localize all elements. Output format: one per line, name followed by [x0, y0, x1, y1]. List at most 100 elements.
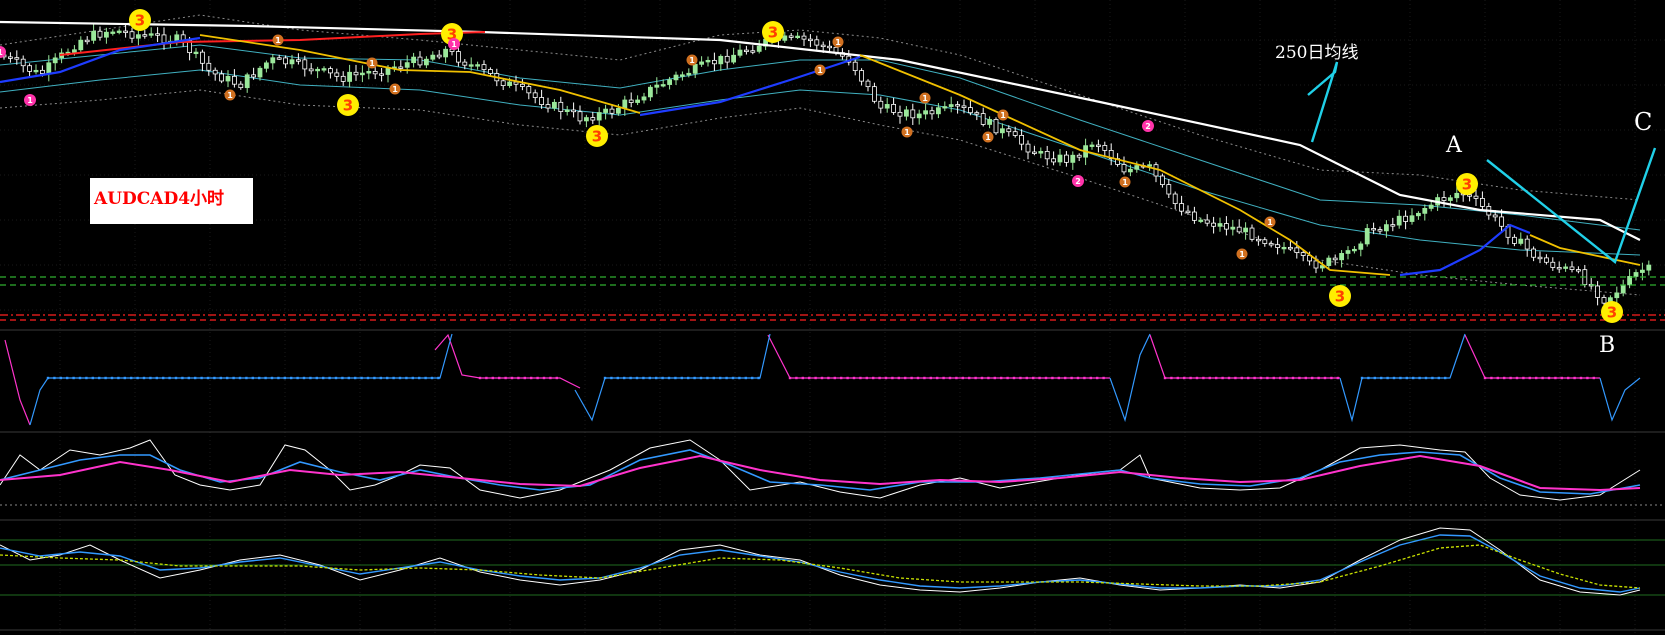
step-dot	[1386, 376, 1389, 380]
step-dot	[916, 376, 920, 380]
wave-marker-label: 1	[1000, 111, 1006, 120]
candle-body	[891, 104, 896, 113]
candle-body	[1428, 204, 1434, 209]
step-dot	[910, 376, 913, 380]
step-line-magenta	[1149, 334, 1340, 379]
candle-body	[1096, 144, 1101, 147]
wave-marker-label: 1	[369, 59, 375, 68]
wave-marker-label: 3	[1607, 303, 1617, 321]
step-dot	[795, 376, 798, 380]
wave-marker-label: 1	[275, 36, 281, 45]
step-dot	[200, 376, 203, 380]
price-candles	[1, 23, 1652, 311]
candle-body	[475, 64, 481, 67]
step-dot	[309, 376, 312, 380]
step-dot	[1006, 376, 1009, 380]
step-dot	[820, 376, 824, 380]
candle-body	[916, 113, 922, 119]
candle-body	[680, 74, 685, 77]
step-dot	[751, 376, 754, 380]
candle-body	[1364, 228, 1370, 245]
step-dot	[181, 376, 184, 380]
candle-body	[1281, 246, 1287, 250]
candle-body	[686, 72, 692, 76]
step-dot	[187, 376, 190, 380]
step-dot	[1089, 376, 1092, 380]
point-c-label: C	[1634, 108, 1653, 136]
candle-body	[987, 119, 992, 125]
candle-body	[1128, 168, 1133, 173]
wave-marker-label: 1	[451, 40, 457, 49]
step-dot	[1317, 376, 1320, 380]
step-dot	[1291, 376, 1295, 380]
candle-body	[199, 51, 205, 64]
candle-body	[1172, 193, 1178, 204]
step-dot	[66, 376, 69, 380]
wave-marker-label: 3	[343, 96, 353, 114]
step-dot	[1051, 376, 1054, 380]
step-dot	[1592, 376, 1595, 380]
step-dot	[149, 376, 152, 380]
candle-body	[1492, 214, 1498, 218]
candle-body	[1640, 269, 1645, 273]
candle-body	[116, 30, 122, 33]
wave-marker-label: 3	[592, 127, 602, 145]
candle-body	[936, 107, 941, 115]
step-dot	[1240, 376, 1243, 380]
candle-body	[1064, 154, 1069, 163]
candle-body	[33, 69, 39, 73]
candle-body	[52, 57, 58, 64]
chart-title: AUDCAD4小时	[94, 189, 225, 209]
step-dot	[1070, 376, 1073, 380]
candle-body	[1345, 250, 1351, 254]
step-dot	[980, 376, 984, 380]
step-dot	[360, 376, 363, 380]
candle-body	[40, 69, 45, 74]
candle-body	[795, 35, 800, 39]
candle-body	[692, 63, 698, 74]
step-line-blue	[1599, 377, 1641, 422]
step-dot	[117, 376, 120, 380]
candle-body	[1377, 229, 1383, 232]
candle-body	[1633, 272, 1639, 277]
candle-body	[1243, 227, 1248, 233]
candle-body	[910, 109, 916, 119]
candle-body	[104, 31, 109, 38]
candle-body	[193, 51, 199, 55]
step-dot	[1412, 376, 1415, 380]
candle-body	[1198, 219, 1204, 222]
step-dot	[1515, 376, 1519, 380]
candle-body	[468, 64, 474, 67]
candle-body	[1006, 128, 1012, 133]
candle-body	[270, 57, 276, 64]
ma-blue-line	[639, 55, 861, 117]
candle-body	[161, 34, 167, 44]
step-dot	[655, 376, 658, 380]
step-dot	[788, 376, 792, 380]
step-dot	[555, 376, 558, 380]
candle-body	[142, 34, 148, 37]
candle-body	[353, 71, 359, 76]
step-dot	[123, 376, 126, 380]
step-dot	[277, 376, 280, 380]
candle-body	[961, 105, 967, 109]
candle-body	[1032, 151, 1037, 154]
step-dot	[1183, 376, 1186, 380]
step-dot	[1253, 376, 1256, 380]
candle-body	[1512, 236, 1517, 244]
step-dot	[603, 376, 607, 380]
candle-body	[878, 100, 884, 109]
candle-body	[744, 49, 749, 52]
step-dot	[968, 376, 971, 380]
step-dot	[680, 376, 683, 380]
step-dot	[942, 376, 945, 380]
step-dot	[610, 376, 613, 380]
candle-body	[359, 72, 365, 76]
candle-body	[1646, 264, 1652, 271]
step-dot	[1424, 376, 1428, 380]
step-dot	[1380, 376, 1383, 380]
band-inner-lower	[0, 69, 1641, 256]
step-dot	[411, 376, 414, 380]
step-dot	[623, 376, 626, 380]
step-dot	[110, 376, 114, 380]
